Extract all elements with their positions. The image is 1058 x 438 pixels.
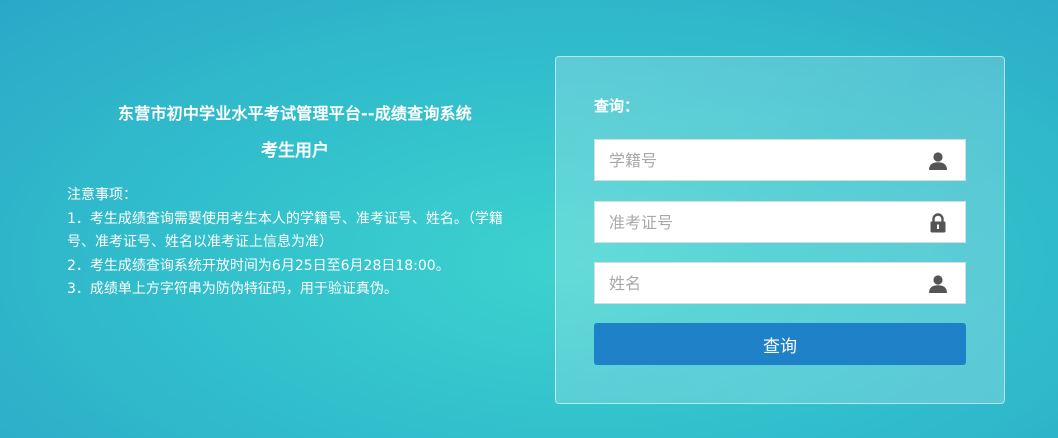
query-button[interactable]: 查询 <box>594 323 966 365</box>
user-type-heading: 考生用户 <box>261 141 329 161</box>
name-input[interactable] <box>595 263 965 303</box>
info-section: 东营市初中学业水平考试管理平台--成绩查询系统 考生用户 注意事项： 1．考生成… <box>0 0 540 438</box>
notice-item: 3．成绩单上方字符串为防伪特征码，用于验证真伪。 <box>67 281 398 297</box>
exam-ticket-input[interactable] <box>595 202 965 242</box>
student-id-input[interactable] <box>595 140 965 180</box>
student-id-field <box>594 139 966 181</box>
query-panel-title: 查询： <box>594 97 640 115</box>
notice-block: 注意事项： 1．考生成绩查询需要使用考生本人的学籍号、准考证号、姓名。（学籍号、… <box>67 184 517 302</box>
notice-item: 1．考生成绩查询需要使用考生本人的学籍号、准考证号、姓名。（学籍号、准考证号、姓… <box>67 210 503 251</box>
notice-heading: 注意事项： <box>67 187 137 203</box>
user-icon <box>927 274 949 294</box>
system-title: 东营市初中学业水平考试管理平台--成绩查询系统 <box>118 104 472 123</box>
exam-ticket-field <box>594 201 966 243</box>
name-field <box>594 262 966 304</box>
notice-item: 2．考生成绩查询系统开放时间为6月25日至6月28日18:00。 <box>67 257 450 274</box>
lock-icon <box>927 213 949 233</box>
user-icon <box>927 151 949 171</box>
query-panel: 查询： 查询 <box>555 56 1005 404</box>
